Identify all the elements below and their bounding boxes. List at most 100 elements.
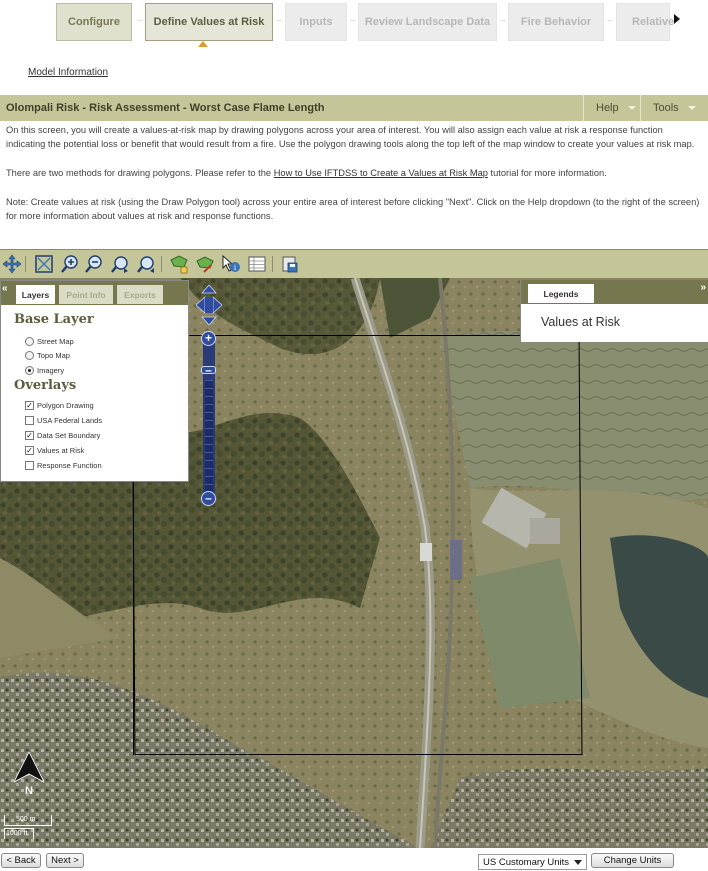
table-icon[interactable] bbox=[247, 254, 267, 274]
option-label: USA Federal Lands bbox=[37, 416, 103, 425]
zoom-in-icon[interactable] bbox=[60, 254, 80, 274]
option-label: Street Map bbox=[37, 337, 74, 346]
zoom-slider-handle[interactable]: – bbox=[201, 364, 216, 376]
instructions-text: tutorial for more information. bbox=[487, 168, 607, 179]
north-label: N bbox=[25, 785, 33, 797]
overlays-heading: Overlays bbox=[14, 378, 77, 393]
base-layer-street-map[interactable]: Street Map bbox=[25, 337, 74, 346]
radio-button[interactable] bbox=[25, 366, 34, 375]
option-label: Topo Map bbox=[37, 351, 70, 360]
tutorial-link[interactable]: How to Use IFTDSS to Create a Values at … bbox=[274, 168, 488, 178]
layers-panel: « Layers Point Info Exports Base Layer S… bbox=[0, 280, 189, 482]
expand-right-icon[interactable]: » bbox=[700, 282, 706, 293]
back-button[interactable]: < Back bbox=[1, 853, 41, 868]
scale-bar: 500 m 1000 ft bbox=[4, 815, 54, 843]
data-set-boundary bbox=[131, 335, 583, 755]
option-label: Polygon Drawing bbox=[37, 401, 94, 410]
step-label: Fire Behavior bbox=[520, 16, 592, 28]
tab-layers[interactable]: Layers bbox=[16, 285, 55, 304]
footer-bar: < Back Next > US Customary Units Change … bbox=[0, 848, 708, 871]
draw-polygon-icon[interactable] bbox=[169, 254, 189, 274]
step-define-values-at-risk[interactable]: Define Values at Risk bbox=[145, 3, 273, 41]
tab-legends[interactable]: Legends bbox=[528, 284, 594, 303]
tools-dropdown[interactable]: Tools bbox=[640, 95, 708, 121]
pan-down-icon[interactable] bbox=[201, 316, 217, 325]
scale-imperial-label: 1000 ft bbox=[6, 830, 28, 837]
pan-left-icon[interactable] bbox=[196, 296, 206, 314]
step-review-landscape-data[interactable]: Review Landscape Data bbox=[358, 3, 497, 41]
toolbar-divider bbox=[25, 256, 26, 272]
instructions-paragraph: Note: Create values at risk (using the D… bbox=[6, 197, 700, 222]
step-label: Configure bbox=[68, 16, 120, 28]
radio-button[interactable] bbox=[25, 337, 34, 346]
zoom-out-button[interactable]: – bbox=[201, 491, 216, 506]
radio-button[interactable] bbox=[25, 351, 34, 360]
step-label: Review Landscape Data bbox=[364, 16, 491, 28]
change-units-button[interactable]: Change Units bbox=[591, 853, 674, 868]
zoom-out-icon[interactable] bbox=[84, 254, 104, 274]
save-map-icon[interactable] bbox=[280, 254, 300, 274]
checkbox[interactable] bbox=[25, 416, 34, 425]
instructions: On this screen, you will create a values… bbox=[6, 123, 702, 238]
instructions-text: There are two methods for drawing polygo… bbox=[6, 168, 274, 179]
collapse-left-icon[interactable]: « bbox=[2, 283, 8, 294]
chevron-down-icon bbox=[574, 860, 582, 865]
overlay-usa-federal-lands[interactable]: USA Federal Lands bbox=[25, 416, 102, 425]
option-label: Response Function bbox=[37, 461, 102, 470]
option-label: Imagery bbox=[37, 366, 65, 375]
step-label: Relative bbox=[632, 16, 675, 28]
wizard-steps: Configure -- ➔ Define Values at Risk -- … bbox=[56, 3, 696, 47]
instructions-paragraph: On this screen, you will create a values… bbox=[6, 125, 695, 150]
legend-title: Values at Risk bbox=[541, 315, 620, 329]
checkbox[interactable]: ✓ bbox=[25, 401, 34, 410]
checkbox[interactable]: ✓ bbox=[25, 431, 34, 440]
next-button[interactable]: Next > bbox=[46, 853, 84, 868]
option-label: Data Set Boundary bbox=[37, 431, 101, 440]
title-bar: Olompali Risk - Risk Assessment - Worst … bbox=[0, 95, 708, 121]
legends-panel: Legends » Values at Risk bbox=[520, 280, 708, 342]
wizard-scroll-right-icon[interactable] bbox=[674, 14, 680, 24]
chevron-down-icon bbox=[687, 106, 696, 110]
tab-exports[interactable]: Exports bbox=[117, 285, 163, 304]
step-relative[interactable]: Relative bbox=[616, 3, 674, 41]
option-label: Values at Risk bbox=[37, 446, 85, 455]
identify-icon[interactable]: i bbox=[221, 254, 241, 274]
units-select[interactable]: US Customary Units bbox=[478, 854, 587, 870]
overlay-response-function[interactable]: Response Function bbox=[25, 461, 102, 470]
pan-control[interactable] bbox=[196, 285, 222, 325]
zoom-slider-track[interactable] bbox=[205, 380, 213, 494]
tab-point-info[interactable]: Point Info bbox=[59, 285, 113, 304]
step-fire-behavior[interactable]: Fire Behavior bbox=[508, 3, 604, 41]
step-configure[interactable]: Configure bbox=[56, 3, 132, 41]
step-label: Define Values at Risk bbox=[153, 16, 265, 28]
layers-panel-tabs: « Layers Point Info Exports bbox=[1, 281, 188, 305]
overlay-polygon-drawing[interactable]: ✓ Polygon Drawing bbox=[25, 401, 94, 410]
checkbox[interactable] bbox=[25, 461, 34, 470]
base-layer-topo-map[interactable]: Topo Map bbox=[25, 351, 70, 360]
step-label: Inputs bbox=[299, 16, 333, 28]
overlay-values-at-risk[interactable]: ✓ Values at Risk bbox=[25, 446, 84, 455]
north-arrow-icon: N bbox=[14, 752, 44, 797]
zoom-extent-icon[interactable] bbox=[34, 254, 54, 274]
overlay-data-set-boundary[interactable]: ✓ Data Set Boundary bbox=[25, 431, 100, 440]
pan-up-icon[interactable] bbox=[201, 285, 217, 294]
model-information-link[interactable]: Model Information bbox=[28, 67, 108, 78]
base-layer-heading: Base Layer bbox=[14, 312, 94, 327]
map-toolbar: i bbox=[0, 249, 708, 278]
zoom-next-icon[interactable] bbox=[137, 254, 157, 274]
step-inputs[interactable]: Inputs bbox=[285, 3, 347, 41]
active-step-marker bbox=[198, 41, 208, 47]
zoom-in-button[interactable]: + bbox=[201, 331, 216, 346]
chevron-down-icon bbox=[627, 106, 636, 110]
help-dropdown[interactable]: Help bbox=[583, 95, 640, 121]
units-selected-value: US Customary Units bbox=[483, 856, 570, 868]
help-label: Help bbox=[596, 102, 619, 114]
pan-icon[interactable] bbox=[2, 254, 22, 274]
instructions-paragraph: There are two methods for drawing polygo… bbox=[6, 166, 702, 180]
base-layer-imagery[interactable]: Imagery bbox=[25, 366, 64, 375]
pan-right-icon[interactable] bbox=[212, 296, 222, 314]
edit-polygon-icon[interactable] bbox=[195, 254, 215, 274]
page-title: Olompali Risk - Risk Assessment - Worst … bbox=[6, 102, 325, 114]
checkbox[interactable]: ✓ bbox=[25, 446, 34, 455]
zoom-previous-icon[interactable] bbox=[111, 254, 131, 274]
